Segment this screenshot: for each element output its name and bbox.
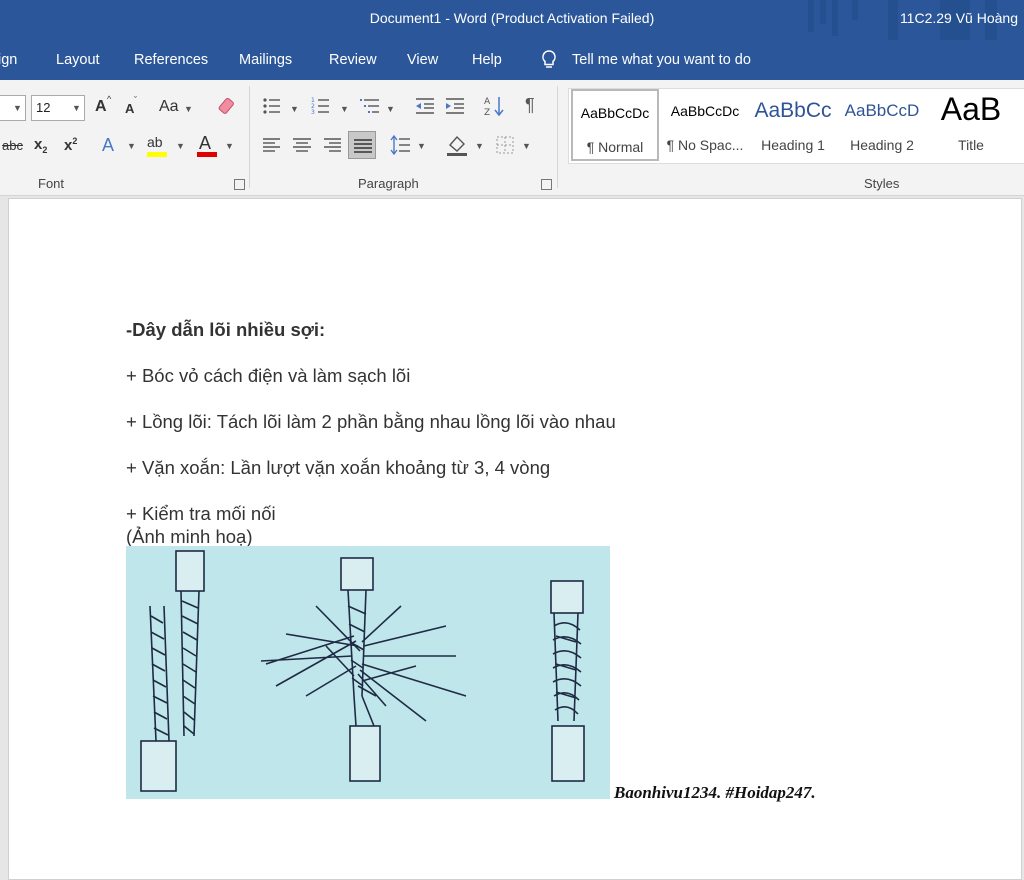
account-name[interactable]: 11C2.29 Vũ Hoàng [900,10,1018,26]
increase-indent-icon[interactable] [444,96,466,116]
style-sample: AaBbCcD [844,101,920,120]
title-bar: Document1 - Word (Product Activation Fai… [0,0,1024,44]
style-heading-2[interactable]: AaBbCcD Heading 2 [838,89,926,161]
style-sample: AaBbCcDc [580,105,650,121]
tab-references[interactable]: References [134,52,208,68]
wire-splice-drawing [140,550,585,792]
style-name: Title [958,137,984,153]
chevron-down-icon: ▼ [417,141,426,151]
document-page[interactable]: -Dây dẫn lõi nhiều sợi: + Bóc vỏ cách đi… [8,198,1022,880]
doc-caption: (Ảnh minh hoạ) [126,526,253,547]
document-area: -Dây dẫn lõi nhiều sợi: + Bóc vỏ cách đi… [0,196,1024,880]
svg-text:A: A [484,97,491,107]
style-name: ¶ Normal [586,139,644,155]
style-sample: AaBbCcDc [670,103,740,119]
borders-icon[interactable] [495,135,515,155]
chevron-down-icon: ▼ [184,104,193,114]
chevron-down-icon: ▼ [72,103,81,113]
lightbulb-icon[interactable] [540,49,558,71]
doc-line: + Vặn xoắn: Lần lượt vặn xoắn khoảng từ … [126,457,551,478]
font-size-box[interactable]: 12 ▼ [31,95,85,121]
chevron-down-icon: ▼ [522,141,531,151]
decrease-indent-icon[interactable] [414,96,436,116]
chevron-down-icon: ▼ [225,141,234,151]
shrink-font-icon: ˇ [134,95,137,105]
paragraph-group-label: Paragraph [358,176,419,191]
bullets-icon[interactable] [262,96,282,116]
chevron-down-icon: ▼ [386,104,395,114]
style-name: Heading 2 [850,137,914,153]
show-formatting-button[interactable]: ¶ [525,95,535,116]
highlight-button[interactable]: ab [147,134,163,150]
line-spacing-icon[interactable] [390,134,412,156]
grow-font-icon: ^ [107,94,112,104]
grow-font-button[interactable]: A [95,98,107,116]
justify-icon [354,139,372,153]
eraser-icon[interactable] [215,96,237,118]
dialog-launcher-icon[interactable] [541,179,552,190]
tab-view[interactable]: View [407,52,438,68]
styles-group-label: Styles [864,176,900,191]
shading-icon[interactable] [446,133,468,157]
style-name: ¶ No Spac... [666,137,744,153]
group-separator [557,86,558,188]
chevron-down-icon: ▼ [176,141,185,151]
window-title: Document1 - Word (Product Activation Fai… [369,10,655,26]
tab-review[interactable]: Review [329,52,377,68]
styles-gallery: AaBbCcDc ¶ Normal AaBbCcDc ¶ No Spac... … [568,88,1024,164]
superscript-mark: 2 [72,136,78,146]
style-title[interactable]: AaB Title [927,89,1015,161]
superscript-button[interactable]: x2 [64,136,77,154]
font-size-value: 12 [36,100,51,115]
strikethrough-button[interactable]: abc [2,138,23,153]
chevron-down-icon: ▼ [340,104,349,114]
highlight-color-swatch [147,152,167,157]
chevron-down-icon: ▼ [13,103,22,113]
chevron-down-icon: ▼ [475,141,484,151]
wire-splice-illustration[interactable] [126,546,610,799]
justify-button[interactable] [348,131,376,159]
font-group-label: Font [38,176,65,191]
center-icon[interactable] [292,136,312,154]
font-name-box[interactable]: ▼ [0,95,26,121]
doc-line: + Bóc vỏ cách điện và làm sạch lõi [126,365,411,386]
chevron-down-icon: ▼ [127,141,136,151]
doc-line: + Lồng lõi: Tách lõi làm 2 phần bằng nha… [126,411,616,432]
tab-mailings[interactable]: Mailings [239,52,292,68]
style-heading-1[interactable]: AaBbCc Heading 1 [749,89,837,161]
align-left-icon[interactable] [262,136,282,154]
style-name: Heading 1 [761,137,825,153]
font-color-button[interactable]: A [199,133,211,154]
multilevel-list-icon[interactable] [359,96,381,116]
change-case-button[interactable]: Aa [159,98,179,116]
doc-heading: -Dây dẫn lõi nhiều sợi: [126,319,326,340]
numbering-icon[interactable]: 123 [311,96,331,116]
ribbon-tabs: ign Layout References Mailings Review Vi… [0,40,1024,80]
doc-line: + Kiểm tra mối nối [126,503,276,524]
chevron-down-icon: ▼ [290,104,299,114]
svg-text:Z: Z [484,108,490,118]
tab-layout[interactable]: Layout [56,52,100,68]
image-watermark: Baonhivu1234. #Hoidap247. [614,783,816,802]
style-sample: AaBbCc [754,99,832,122]
ribbon: ▼ 12 ▼ A ^ A ˇ Aa ▼ abc x2 x2 A ▼ ab ▼ A… [0,80,1024,196]
style-normal[interactable]: AaBbCcDc ¶ Normal [571,89,659,161]
svg-text:3: 3 [311,109,315,116]
sort-icon[interactable]: A Z [484,94,506,118]
group-separator [249,86,250,188]
style-no-spacing[interactable]: AaBbCcDc ¶ No Spac... [661,89,749,161]
subscript-button[interactable]: x2 [34,136,47,155]
tab-design[interactable]: ign [0,52,17,68]
dialog-launcher-icon[interactable] [234,179,245,190]
align-right-icon[interactable] [322,136,342,154]
font-color-swatch [197,152,217,157]
tell-me-search[interactable]: Tell me what you want to do [572,52,751,68]
subscript-mark: 2 [42,145,48,155]
tab-help[interactable]: Help [472,52,502,68]
shrink-font-button[interactable]: A [125,101,134,116]
style-sample: AaB [940,91,1002,127]
text-effects-button[interactable]: A [102,135,114,156]
